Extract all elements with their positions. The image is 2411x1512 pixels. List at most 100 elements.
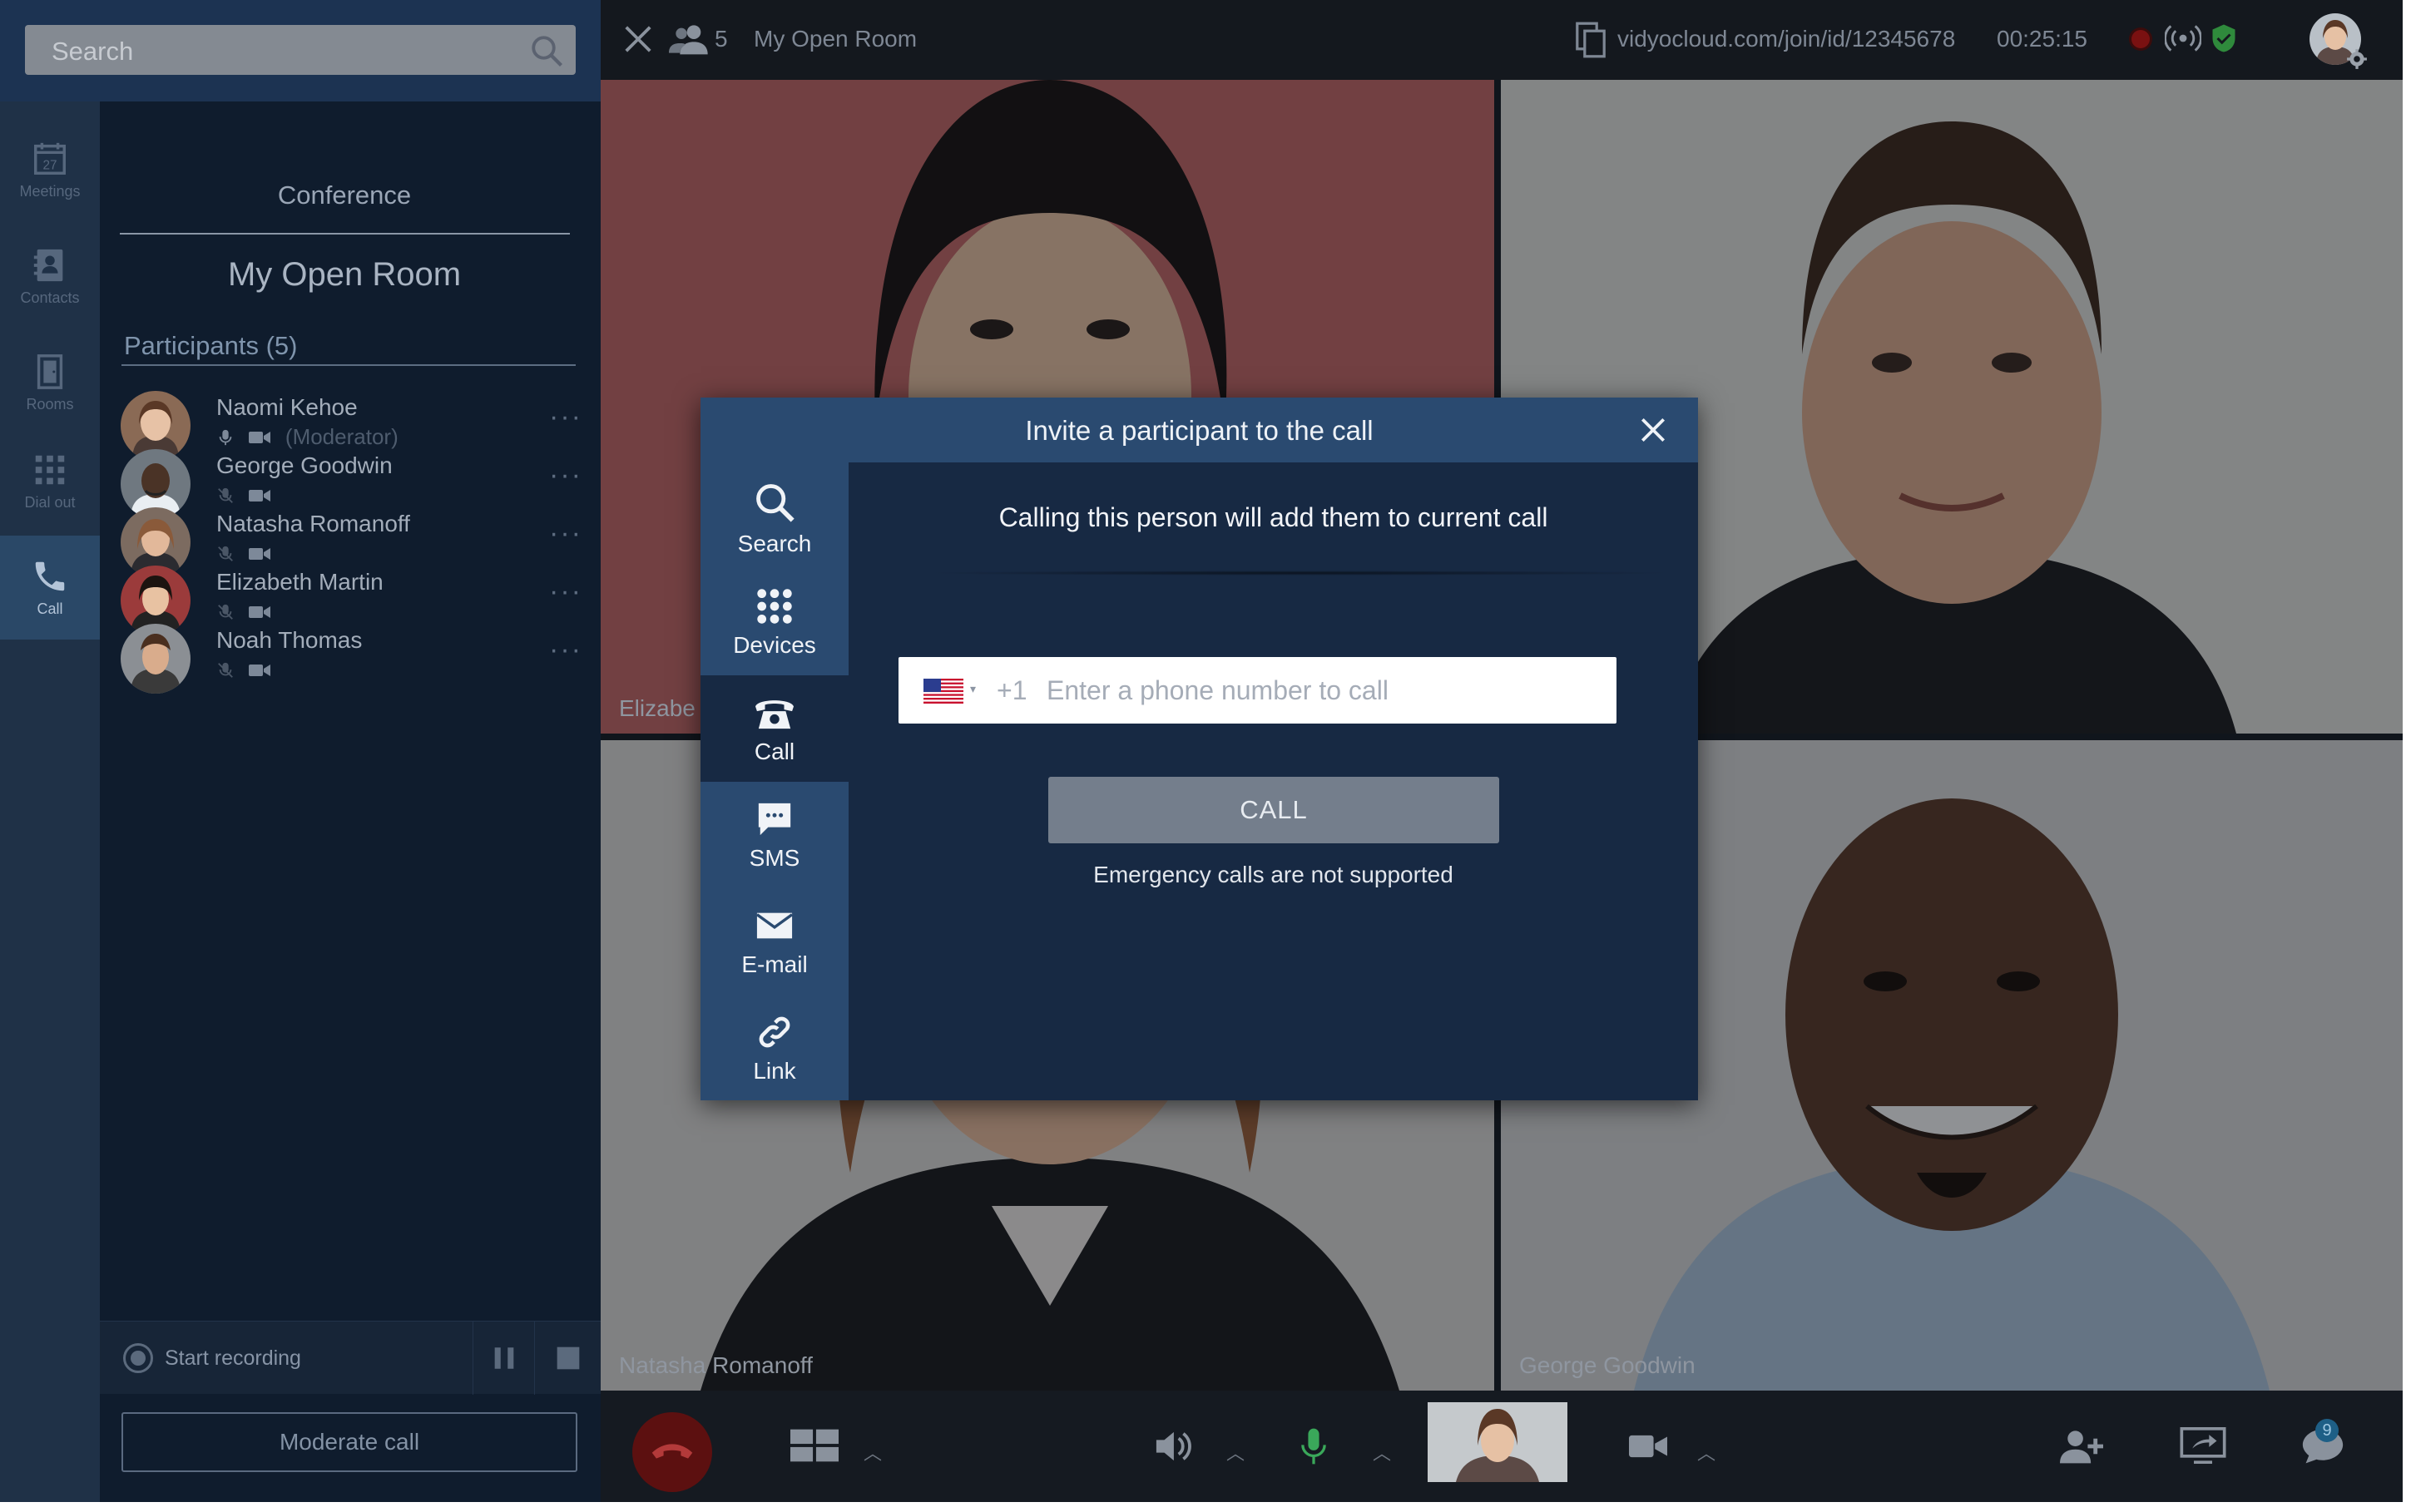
more-options-icon[interactable]: ··· (549, 517, 582, 550)
copy-link-icon[interactable] (1576, 22, 1606, 58)
phone-number-field: ▾ +1 (899, 657, 1616, 724)
section-title: Conference (277, 180, 412, 210)
stop-icon (557, 1346, 580, 1370)
tab-label: Devices (733, 632, 816, 658)
nav-label-contacts: Contacts (20, 289, 80, 306)
start-recording-button[interactable]: Start recording (165, 1346, 301, 1371)
contacts-icon (33, 249, 63, 282)
more-options-icon[interactable]: ··· (549, 634, 582, 666)
invite-participant-button[interactable] (2060, 1391, 2107, 1502)
microphone-icon (1301, 1428, 1326, 1465)
nav-label-meetings: Meetings (19, 183, 81, 200)
video-name-label: Elizabe (619, 695, 696, 721)
more-options-icon[interactable]: ··· (549, 576, 582, 608)
tab-call[interactable]: Call (701, 675, 849, 782)
speaker-icon (1156, 1431, 1191, 1461)
search-bar: Search (0, 0, 601, 101)
room-name: My Open Room (227, 256, 462, 293)
record-icon[interactable] (123, 1343, 153, 1373)
layout-options-chevron-icon[interactable]: ︿ (864, 1439, 882, 1465)
dialpad-icon (35, 455, 65, 485)
phone-icon (35, 561, 65, 591)
participant-name: Naomi Kehoe (216, 394, 358, 420)
invite-method-tabs: Search Devices Call SMS E-mail Link (701, 462, 849, 1100)
emergency-notice: Emergency calls are not supported (1093, 862, 1453, 887)
camera-options-chevron-icon[interactable]: ︿ (1697, 1439, 1715, 1465)
header-room-name: My Open Room (754, 26, 918, 52)
share-screen-icon (2180, 1427, 2226, 1464)
close-icon[interactable] (1637, 414, 1669, 446)
nav-item-meetings[interactable]: 27 Meetings (0, 118, 100, 222)
video-name-label: George Goodwin (1519, 1352, 1696, 1378)
chat-button[interactable] (2301, 1391, 2351, 1502)
speaker-button[interactable] (1153, 1391, 1195, 1502)
tab-sms[interactable]: SMS (701, 782, 849, 888)
call-toolbar: ︿ ︿ ︿ ︿ 9 (601, 1391, 2403, 1502)
moderate-call-button[interactable]: Moderate call (121, 1412, 577, 1472)
nav-label-dial-out: Dial out (24, 494, 76, 511)
video-name-label: Natasha Romanoff (619, 1352, 813, 1378)
tab-search[interactable]: Search (701, 462, 849, 569)
tab-label: Call (754, 739, 795, 764)
hang-up-icon (651, 1444, 693, 1459)
more-options-icon[interactable]: ··· (549, 459, 582, 492)
search-icon (756, 484, 795, 522)
invite-dialog: Invite a participant to the call Search … (701, 398, 1698, 1100)
participant-count: 5 (715, 26, 728, 52)
layout-button[interactable] (790, 1391, 840, 1502)
tab-email[interactable]: E-mail (701, 888, 849, 995)
nav-item-call[interactable]: Call (0, 536, 100, 640)
participant-name: Noah Thomas (216, 627, 363, 653)
nav-item-contacts[interactable]: Contacts (0, 225, 100, 329)
nav-rail: 27 Meetings Contacts Rooms Dial out Call (0, 101, 100, 1502)
video-camera-icon (1629, 1435, 1667, 1458)
sms-icon (758, 803, 791, 836)
camera-button[interactable] (1629, 1391, 1671, 1502)
recording-bar: Start recording (100, 1321, 601, 1395)
nav-item-rooms[interactable]: Rooms (0, 331, 100, 435)
participant-row[interactable]: Noah Thomas ··· (116, 615, 591, 707)
call-hint: Calling this person will add them to cur… (998, 502, 1548, 532)
search-input[interactable]: Search (25, 25, 576, 75)
chat-unread-badge: 9 (2315, 1419, 2339, 1442)
share-screen-button[interactable] (2180, 1391, 2230, 1502)
close-icon[interactable] (622, 23, 654, 55)
nav-item-dial-out[interactable]: Dial out (0, 429, 100, 533)
vidyo-app-window: Search 27 Meetings Contacts Rooms Dial o… (0, 0, 2403, 1502)
phone-number-input[interactable] (1047, 667, 1596, 714)
room-link[interactable]: vidyocloud.com/join/id/12345678 (1617, 26, 1955, 52)
us-flag-icon[interactable] (923, 679, 963, 704)
tab-devices[interactable]: Devices (701, 569, 849, 675)
envelope-icon (755, 912, 794, 939)
microphone-options-chevron-icon[interactable]: ︿ (1373, 1439, 1391, 1465)
stop-recording-button[interactable] (534, 1322, 601, 1395)
microphone-button[interactable] (1300, 1391, 1333, 1502)
gear-icon[interactable] (2346, 48, 2368, 70)
devices-grid-icon (757, 589, 792, 624)
camera-icon (249, 664, 271, 676)
call-button[interactable]: CALL (1048, 777, 1499, 843)
call-timer: 00:25:15 (1997, 26, 2087, 52)
country-chevron-down-icon[interactable]: ▾ (970, 682, 976, 696)
nav-label-rooms: Rooms (26, 396, 74, 413)
secure-shield-icon (2212, 24, 2235, 52)
call-header: 5 My Open Room vidyocloud.com/join/id/12… (601, 0, 2403, 80)
speaker-options-chevron-icon[interactable]: ︿ (1226, 1439, 1245, 1465)
nav-label-call: Call (37, 600, 63, 617)
tab-link[interactable]: Link (701, 995, 849, 1101)
recording-indicator-icon (2131, 30, 2150, 48)
dial-code: +1 (997, 675, 1027, 705)
dialog-title: Invite a participant to the call (1025, 415, 1374, 446)
avatar (121, 624, 191, 694)
participants-icon[interactable] (669, 23, 710, 55)
hang-up-button[interactable] (632, 1412, 712, 1492)
tab-label: Search (737, 531, 812, 556)
pause-recording-button[interactable] (473, 1322, 534, 1395)
more-options-icon[interactable]: ··· (549, 401, 582, 433)
tab-label: SMS (749, 845, 800, 871)
self-view-preview[interactable] (1428, 1402, 1567, 1482)
link-icon (759, 1016, 790, 1048)
conference-panel: Conference My Open Room Participants (5)… (100, 101, 601, 1502)
dialog-header: Invite a participant to the call (701, 398, 1698, 462)
search-placeholder: Search (52, 37, 134, 66)
